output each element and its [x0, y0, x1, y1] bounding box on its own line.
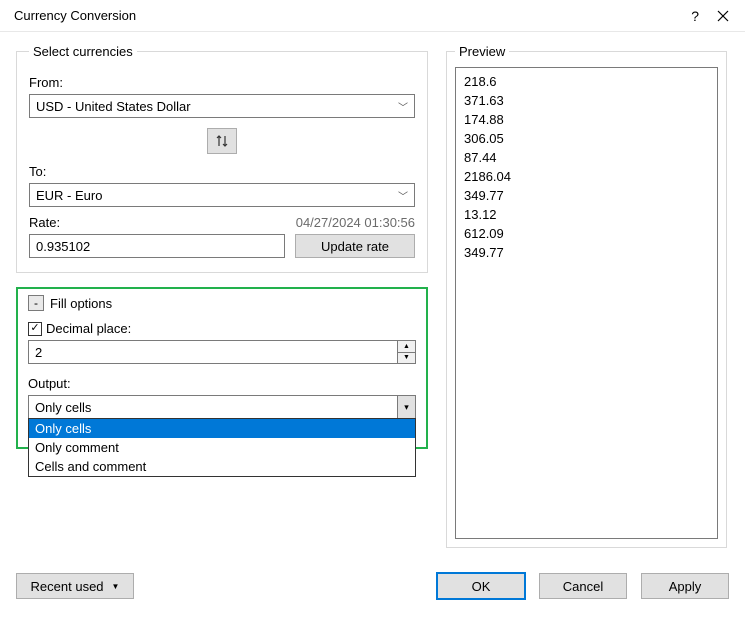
preview-value: 2186.04	[464, 167, 709, 186]
preview-value: 174.88	[464, 110, 709, 129]
preview-value: 87.44	[464, 148, 709, 167]
preview-group: Preview 218.6 371.63 174.88 306.05 87.44…	[446, 44, 727, 548]
output-option[interactable]: Only comment	[29, 438, 415, 457]
output-dropdown-panel: Only cells Only comment Cells and commen…	[28, 418, 416, 477]
preview-value: 218.6	[464, 72, 709, 91]
dropdown-button[interactable]: ▾	[397, 396, 415, 418]
help-button[interactable]: ?	[677, 8, 713, 24]
rate-label: Rate:	[29, 215, 60, 230]
to-currency-value: EUR - Euro	[36, 188, 398, 203]
close-icon	[717, 10, 729, 22]
chevron-down-icon: ▾	[404, 402, 409, 413]
preview-list: 218.6 371.63 174.88 306.05 87.44 2186.04…	[455, 67, 718, 539]
window-title: Currency Conversion	[14, 8, 677, 23]
rate-input[interactable]: 0.935102	[29, 234, 285, 258]
preview-legend: Preview	[455, 44, 509, 59]
preview-value: 349.77	[464, 186, 709, 205]
preview-value: 612.09	[464, 224, 709, 243]
update-rate-button[interactable]: Update rate	[295, 234, 415, 258]
select-currencies-legend: Select currencies	[29, 44, 137, 59]
select-currencies-group: Select currencies From: USD - United Sta…	[16, 44, 428, 273]
swap-icon	[214, 133, 230, 149]
output-selected-value: Only cells	[29, 400, 397, 415]
from-currency-select[interactable]: USD - United States Dollar ﹀	[29, 94, 415, 118]
preview-value: 13.12	[464, 205, 709, 224]
output-option[interactable]: Only cells	[29, 419, 415, 438]
dialog-footer: Recent used ▼ OK Cancel Apply	[0, 565, 745, 611]
ok-button[interactable]: OK	[437, 573, 525, 599]
title-bar: Currency Conversion ?	[0, 0, 745, 32]
fill-options-group: - Fill options ✓ Decimal place: 2 ▲ ▼ Ou…	[16, 287, 428, 449]
apply-button[interactable]: Apply	[641, 573, 729, 599]
swap-currencies-button[interactable]	[207, 128, 237, 154]
to-label: To:	[29, 164, 415, 179]
from-currency-value: USD - United States Dollar	[36, 99, 398, 114]
decimal-place-label: Decimal place:	[46, 321, 131, 336]
preview-value: 306.05	[464, 129, 709, 148]
chevron-down-icon: ﹀	[398, 188, 408, 203]
decimal-place-value: 2	[29, 341, 397, 363]
output-option[interactable]: Cells and comment	[29, 457, 415, 476]
preview-value: 371.63	[464, 91, 709, 110]
to-currency-select[interactable]: EUR - Euro ﹀	[29, 183, 415, 207]
rate-timestamp: 04/27/2024 01:30:56	[296, 215, 415, 230]
from-label: From:	[29, 75, 415, 90]
rate-value: 0.935102	[36, 239, 90, 254]
cancel-button[interactable]: Cancel	[539, 573, 627, 599]
output-label: Output:	[28, 376, 416, 391]
fill-options-legend: Fill options	[50, 296, 112, 311]
collapse-button[interactable]: -	[28, 295, 44, 311]
output-select[interactable]: Only cells ▾	[28, 395, 416, 419]
preview-value: 349.77	[464, 243, 709, 262]
chevron-down-icon: ▼	[112, 582, 120, 591]
spinner-down-button[interactable]: ▼	[398, 353, 415, 364]
chevron-down-icon: ﹀	[398, 99, 408, 114]
decimal-place-spinner[interactable]: 2 ▲ ▼	[28, 340, 416, 364]
recent-used-button[interactable]: Recent used ▼	[16, 573, 134, 599]
decimal-place-checkbox[interactable]: ✓	[28, 322, 42, 336]
close-button[interactable]	[713, 10, 733, 22]
spinner-up-button[interactable]: ▲	[398, 341, 415, 353]
